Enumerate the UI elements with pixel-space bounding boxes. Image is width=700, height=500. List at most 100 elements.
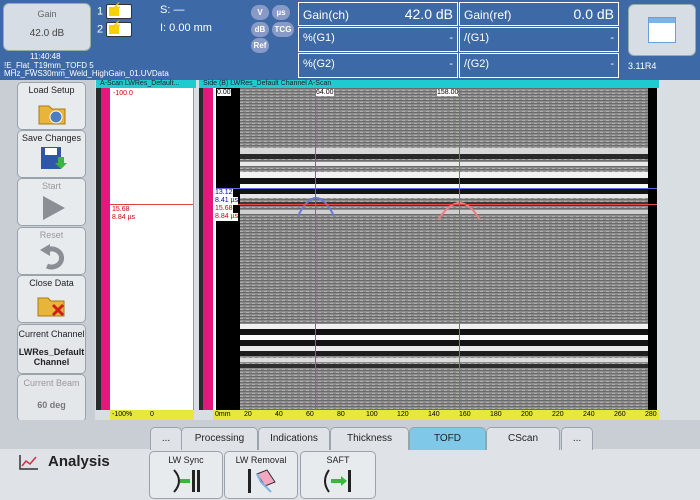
start-label: Start [41, 181, 61, 191]
folder-open-icon [38, 105, 65, 125]
lw-sync-label: LW Sync [168, 455, 204, 465]
blue-cursor-horizontal[interactable] [216, 188, 657, 189]
tab-more-right[interactable]: ... [561, 427, 593, 450]
red-cursor-horizontal[interactable] [216, 204, 657, 205]
ruler-tick: 260 [614, 411, 626, 418]
tab-more-left[interactable]: ... [150, 427, 182, 450]
gain-ch-value: 42.0 dB [404, 6, 453, 22]
side-title: Side (B) LWRes_Default Channel A-Scan [203, 80, 332, 87]
lw-sync-button[interactable]: LW Sync [149, 451, 223, 499]
analysis-mode-button[interactable]: Analysis [14, 445, 142, 485]
slash-g2-label: /(G2) [464, 58, 490, 70]
current-channel-panel[interactable]: Current Channel LWRes_Default Channel [17, 324, 86, 374]
slash-g1-value: - [610, 32, 614, 44]
blue-cursor-depth: 13.12 [215, 189, 233, 197]
tab-indications[interactable]: Indications [258, 427, 330, 450]
ascan-cursor-line[interactable] [110, 204, 193, 205]
analysis-mode-label: Analysis [48, 453, 110, 470]
reset-button[interactable]: Reset [17, 227, 86, 275]
gain-label: Gain [37, 9, 57, 19]
version-label: 3.11R4 [628, 61, 657, 71]
ascan-ruler-right: 0 [150, 411, 154, 418]
file-name-line2: MHz_FWS30mm_Weld_HighGain_01.UVData [4, 69, 169, 78]
tab-cscan[interactable]: CScan [486, 427, 560, 450]
current-beam-label: Current Beam [23, 378, 80, 388]
gain-ch-cell[interactable]: Gain(ch) 42.0 dB [298, 2, 458, 26]
blue-cursor-top-label: 64.00 [316, 89, 334, 96]
channel-2-number: 2 [97, 23, 104, 36]
current-channel-value: LWRes_Default Channel [18, 347, 85, 367]
lw-removal-label: LW Removal [235, 455, 287, 465]
window-button[interactable] [628, 4, 696, 56]
ascan-title: A-Scan LWRes_Default... [100, 80, 180, 87]
red-cursor-depth: 15.68 [215, 205, 233, 213]
unit-db-button[interactable]: dB [251, 22, 269, 37]
ruler-tick: 80 [337, 411, 345, 418]
gain-ref-cell[interactable]: Gain(ref) 0.0 dB [459, 2, 619, 26]
bscan-lower-band [240, 324, 648, 368]
ruler-tick: 280 [645, 411, 657, 418]
slash-g2-value: - [610, 58, 614, 70]
folder-close-icon [37, 297, 64, 317]
gain-ref-value: 0.0 dB [573, 6, 614, 22]
chart-icon [19, 455, 38, 470]
saft-label: SAFT [326, 455, 350, 465]
bscan-image[interactable] [240, 88, 648, 410]
channel-1-row: 1 [97, 3, 133, 19]
ruler-tick: 220 [552, 411, 564, 418]
unit-v-button[interactable]: V [251, 5, 269, 20]
load-setup-button[interactable]: Load Setup [17, 82, 86, 130]
tab-processing[interactable]: Processing [181, 427, 258, 450]
ascan-title-bar: A-Scan LWRes_Default... [96, 80, 196, 88]
ruler-tick: 180 [490, 411, 502, 418]
reset-arrow-icon [39, 244, 64, 270]
pct-g1-cell[interactable]: %(G1) - [298, 27, 458, 52]
ruler-tick: 40 [275, 411, 283, 418]
ruler-tick: 120 [397, 411, 409, 418]
close-data-button[interactable]: Close Data [17, 275, 86, 323]
play-icon [42, 196, 65, 220]
red-cursor-vertical[interactable] [459, 88, 460, 410]
lw-sync-icon [173, 469, 200, 493]
start-button[interactable]: Start [17, 178, 86, 226]
battery-1-icon [106, 3, 133, 19]
blue-cursor-vertical[interactable] [315, 88, 316, 410]
ruler-tick: 140 [428, 411, 440, 418]
lw-removal-button[interactable]: LW Removal [224, 451, 298, 499]
slash-g1-label: /(G1) [464, 32, 490, 44]
tcg-button[interactable]: TCG [272, 22, 294, 37]
ascan-amplitude-ruler[interactable]: -100% 0 [110, 410, 194, 420]
tab-tofd[interactable]: TOFD [409, 427, 486, 450]
gain-display[interactable]: Gain 42.0 dB [3, 3, 91, 51]
ascan-pink-ruler[interactable] [101, 88, 110, 410]
side-pink-ruler[interactable] [203, 88, 213, 410]
channel-2-row: 2 [97, 21, 133, 37]
current-channel-label: Current Channel [18, 329, 85, 339]
unit-us-button[interactable]: µs [272, 5, 290, 20]
ref-button[interactable]: Ref [251, 38, 269, 53]
pct-g2-label: %(G2) [303, 58, 335, 70]
ruler-tick: 60 [306, 411, 314, 418]
blue-cursor-time: 8.41 µs [215, 197, 239, 205]
ruler-tick: 20 [244, 411, 252, 418]
ruler-tick: 240 [583, 411, 595, 418]
slash-g2-cell[interactable]: /(G2) - [459, 53, 619, 78]
current-beam-value: 60 deg [37, 400, 66, 410]
current-beam-panel[interactable]: Current Beam 60 deg [17, 374, 86, 422]
red-cursor-top-label: 158.00 [437, 89, 459, 96]
slash-g1-cell[interactable]: /(G1) - [459, 27, 619, 52]
saft-button[interactable]: SAFT [300, 451, 376, 499]
ascan-plot[interactable] [110, 88, 194, 410]
i-readout: I: 0.00 mm [160, 22, 212, 34]
pct-g1-value: - [449, 32, 453, 44]
pct-g2-cell[interactable]: %(G2) - [298, 53, 458, 78]
ruler-tick: 160 [459, 411, 471, 418]
side-top-left-value: 0.00 [217, 89, 231, 96]
tab-thickness[interactable]: Thickness [330, 427, 409, 450]
ascan-ruler-left: -100% [112, 411, 133, 418]
ruler-tick: 100 [366, 411, 378, 418]
side-title-bar: Side (B) LWRes_Default Channel A-Scan [199, 80, 659, 88]
save-disk-icon [40, 147, 67, 169]
save-changes-button[interactable]: Save Changes [17, 130, 86, 178]
side-scan-ruler[interactable]: 0mm 20 40 60 80 100 120 140 160 180 200 … [213, 410, 659, 420]
